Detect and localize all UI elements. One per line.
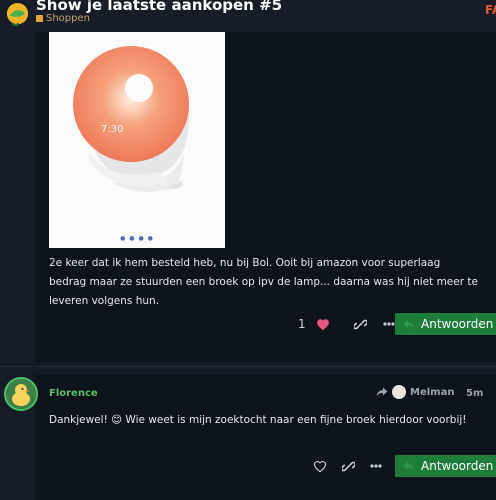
copy-link-button[interactable]	[347, 312, 375, 336]
heart-outline-icon	[313, 460, 327, 473]
duck-avatar-icon	[6, 379, 36, 409]
image-carousel-dots[interactable]: ● ● ● ●	[49, 235, 225, 242]
reply-button[interactable]: Antwoorden	[395, 313, 496, 335]
reply-to-avatar	[392, 385, 406, 399]
reply-button[interactable]: Antwoorden	[395, 455, 496, 477]
reply-arrow-icon	[403, 319, 415, 329]
category-label: Shoppen	[46, 13, 90, 24]
share-reply-icon	[376, 387, 388, 397]
post-username[interactable]: Florence	[49, 388, 98, 399]
wake-up-light-icon	[49, 32, 225, 248]
avatar[interactable]	[4, 377, 38, 411]
topic-header: Show je laatste aankopen #5 Shoppen FA	[0, 0, 496, 32]
header-right-text[interactable]: FA	[485, 3, 496, 17]
site-logo-icon[interactable]	[4, 2, 31, 29]
reply-button-label: Antwoorden	[421, 459, 494, 473]
like-count[interactable]: 1	[298, 317, 306, 331]
copy-link-button[interactable]	[334, 454, 362, 478]
post-time[interactable]: 5m	[466, 388, 483, 399]
post-body: Dankjewel! 😊 Wie weet is mijn zoektocht …	[49, 414, 467, 426]
image-clock-text: 7:30	[101, 124, 124, 135]
post-body: 2e keer dat ik hem besteld heb, nu bij B…	[49, 257, 478, 307]
post-divider	[0, 366, 496, 367]
reply-button-label: Antwoorden	[421, 317, 494, 331]
post-image[interactable]: 7:30 ● ● ● ●	[49, 32, 225, 248]
category-color-icon	[36, 15, 43, 22]
topic-title[interactable]: Show je laatste aankopen #5	[36, 0, 282, 14]
post-actions: 1	[298, 312, 403, 336]
link-icon	[354, 319, 368, 329]
link-icon	[341, 461, 355, 471]
more-options-button[interactable]	[362, 454, 390, 478]
category-badge[interactable]: Shoppen	[36, 13, 90, 24]
like-button[interactable]	[306, 454, 334, 478]
ellipsis-icon	[383, 322, 395, 326]
post-actions	[306, 454, 390, 478]
reply-arrow-icon	[403, 461, 415, 471]
heart-icon	[316, 318, 329, 330]
like-button[interactable]	[309, 312, 337, 336]
ellipsis-icon	[370, 464, 382, 468]
reply-to-indicator[interactable]: Melman	[376, 385, 454, 399]
reply-to-username: Melman	[410, 386, 455, 398]
